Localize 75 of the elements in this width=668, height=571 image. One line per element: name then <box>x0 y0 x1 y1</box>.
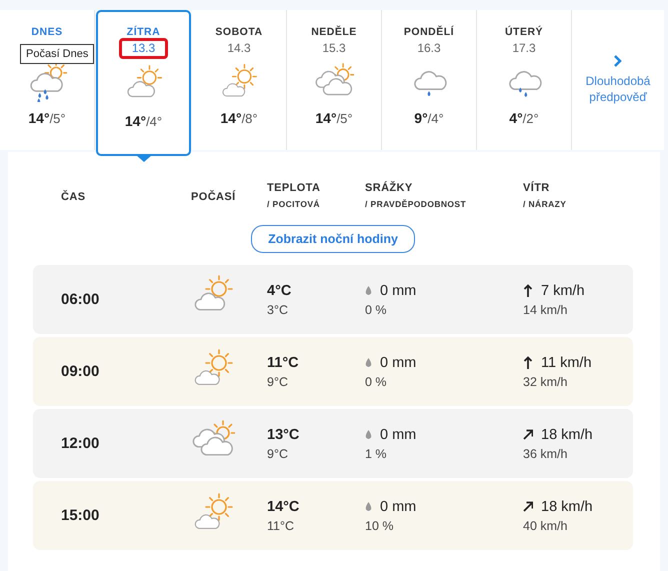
precipitation-chance: 0 % <box>365 374 388 388</box>
low-temp: /4° <box>146 114 162 129</box>
temperature: 4°C <box>267 282 292 298</box>
column-subheader: / PRAVDĚPODOBNOST <box>365 199 468 209</box>
temperature: 13°C <box>267 426 300 442</box>
time-cell-text: 12:00 <box>61 435 100 452</box>
day-date: 17.3 <box>511 41 537 56</box>
day-tab[interactable]: PONDĚLÍ 16.3 9°/4° <box>382 10 477 150</box>
arrow-up-icon <box>523 356 533 369</box>
temperature: 11°C <box>267 354 300 370</box>
day-label: PONDĚLÍ <box>404 26 454 38</box>
column-header: ČAS <box>61 191 86 203</box>
low-temp: /4° <box>428 111 444 126</box>
precipitation-chance: 1 % <box>365 446 388 460</box>
low-temp: /5° <box>50 111 66 126</box>
feels-like: 9°C <box>267 374 289 388</box>
low-temp: /2° <box>522 111 539 126</box>
wind-speed: 11 km/h <box>541 354 592 370</box>
day-tab[interactable]: ÚTERÝ 17.3 4°/2° <box>477 10 572 150</box>
wind-speed: 18 km/h <box>541 498 593 514</box>
high-temp: 14° <box>124 113 146 129</box>
wind-gusts: 14 km/h <box>523 302 568 316</box>
day-tab[interactable]: DNES 14°/5° Počasí Dnes <box>0 10 95 150</box>
precipitation: 0 mm <box>380 498 416 514</box>
wind-speed: 7 km/h <box>541 282 585 298</box>
precipitation-chance: 0 % <box>365 302 388 316</box>
day-date: 15.3 <box>321 41 347 56</box>
day-label: NEDĚLE <box>311 26 357 38</box>
feels-like: 9°C <box>267 446 289 460</box>
drop-icon <box>365 358 372 368</box>
column-header: TEPLOTA <box>267 182 322 194</box>
time-cell-text: 15:00 <box>61 507 100 524</box>
wind-speed: 18 km/h <box>541 426 593 442</box>
drop-icon <box>365 502 372 512</box>
arrow-up-icon <box>523 284 533 297</box>
feels-like: 11°C <box>267 518 296 532</box>
temperature: 14°C <box>267 498 300 514</box>
column-header: POČASÍ <box>191 191 237 203</box>
column-header: VÍTR <box>523 182 551 194</box>
day-date: 13.3 <box>118 38 168 59</box>
day-date: 14.3 <box>226 41 252 56</box>
day-label: SOBOTA <box>215 26 263 38</box>
day-tab[interactable]: NEDĚLE 15.3 14°/5° <box>287 10 382 150</box>
high-temp: 14° <box>28 110 50 126</box>
precipitation: 0 mm <box>380 282 416 298</box>
wind-gusts: 36 km/h <box>523 446 568 460</box>
day-date: 16.3 <box>416 41 442 56</box>
drop-icon <box>365 286 372 296</box>
arrow-up-right-icon <box>523 428 533 441</box>
column-subheader: / NÁRAZY <box>523 199 568 209</box>
feels-like: 3°C <box>267 302 289 316</box>
precipitation: 0 mm <box>380 426 416 442</box>
day-label: ZÍTRA <box>126 26 160 38</box>
high-temp: 14° <box>220 110 242 126</box>
precipitation: 0 mm <box>380 354 416 370</box>
high-temp: 9° <box>414 110 428 126</box>
day-label: ÚTERÝ <box>504 26 544 38</box>
day-label: DNES <box>31 26 63 38</box>
drop-icon <box>365 430 372 440</box>
high-temp: 4° <box>509 110 523 126</box>
low-temp: /8° <box>242 111 258 126</box>
tooltip: Počasí Dnes <box>20 44 94 64</box>
time-cell-text: 06:00 <box>61 291 100 308</box>
wind-gusts: 40 km/h <box>523 518 568 532</box>
arrow-up-right-icon <box>523 500 533 513</box>
low-temp: /5° <box>336 111 353 126</box>
chevron-right-icon[interactable] <box>613 54 623 68</box>
wind-gusts: 32 km/h <box>523 374 568 388</box>
precipitation-chance: 10 % <box>365 518 394 532</box>
show-night-hours-button[interactable]: Zobrazit noční hodiny <box>251 225 415 253</box>
time-cell-text: 09:00 <box>61 363 100 380</box>
high-temp: 14° <box>315 110 337 126</box>
column-header: SRÁŽKY <box>365 182 414 194</box>
day-tab[interactable]: SOBOTA 14.3 14°/8° <box>192 10 287 150</box>
column-subheader: / POCITOVÁ <box>267 199 321 209</box>
